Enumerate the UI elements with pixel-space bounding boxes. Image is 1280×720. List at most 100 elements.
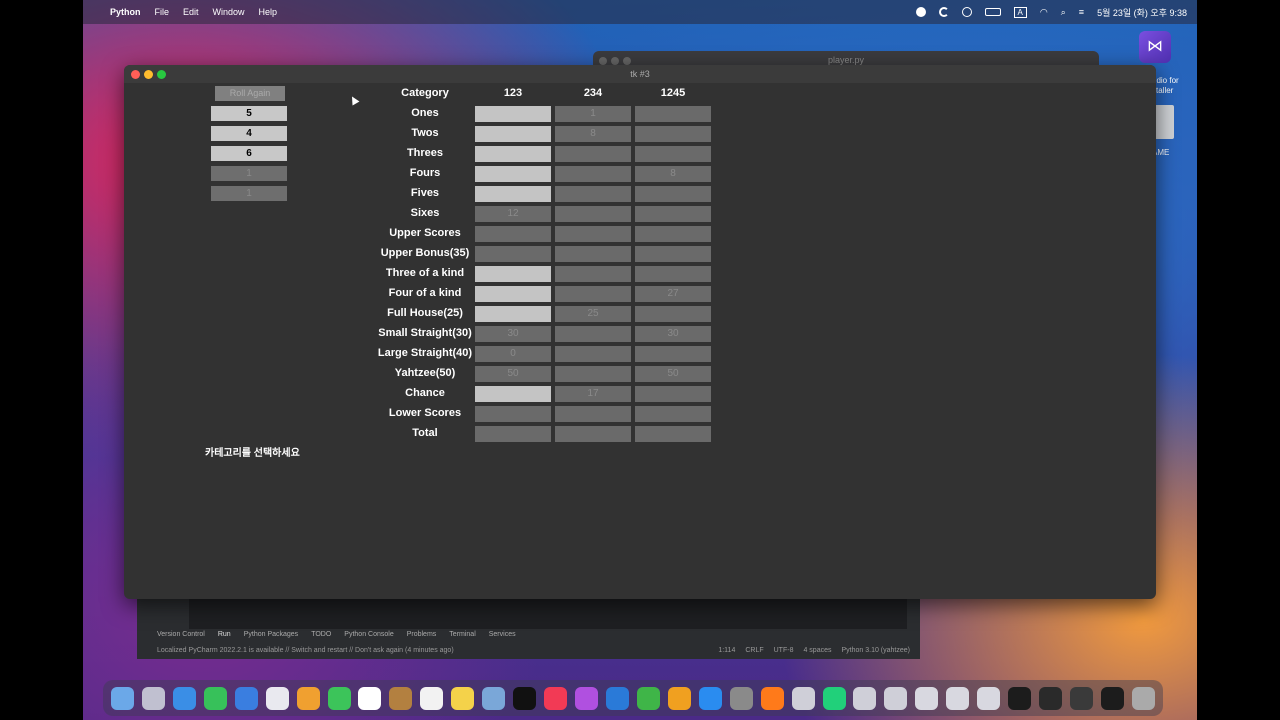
tab-todo[interactable]: TODO (311, 631, 331, 638)
status-message[interactable]: Localized PyCharm 2022.2.1 is available … (157, 647, 454, 654)
score-cell[interactable]: 50 (475, 366, 551, 382)
score-cell[interactable] (555, 186, 631, 202)
score-cell[interactable] (555, 286, 631, 302)
die-button[interactable]: 1 (211, 186, 287, 201)
dock-app-icon[interactable] (265, 686, 289, 710)
status-position[interactable]: 1:114 (718, 647, 735, 654)
score-cell[interactable] (555, 166, 631, 182)
menu-help[interactable]: Help (259, 7, 278, 17)
visual-studio-icon[interactable]: ⋈ (1139, 31, 1171, 63)
menu-edit[interactable]: Edit (183, 7, 199, 17)
status-indent[interactable]: 4 spaces (803, 647, 831, 654)
menu-file[interactable]: File (155, 7, 170, 17)
dock-app-icon[interactable] (822, 686, 846, 710)
status-interpreter[interactable]: Python 3.10 (yahtzee) (842, 647, 911, 654)
tab-python-packages[interactable]: Python Packages (244, 631, 298, 638)
dock-app-icon[interactable] (358, 686, 382, 710)
tab-services[interactable]: Services (489, 631, 516, 638)
tab-python-console[interactable]: Python Console (344, 631, 393, 638)
score-cell[interactable] (555, 426, 631, 442)
score-cell[interactable] (635, 386, 711, 402)
score-cell[interactable] (555, 266, 631, 282)
score-cell[interactable] (635, 146, 711, 162)
dock-app-icon[interactable] (605, 686, 629, 710)
dock-app-icon[interactable] (327, 686, 351, 710)
drive-icon[interactable] (1154, 105, 1174, 139)
tab-version-control[interactable]: Version Control (157, 631, 205, 638)
clock[interactable]: 5월 23일 (화) 오후 9:38 (1097, 6, 1187, 19)
score-cell[interactable] (555, 366, 631, 382)
search-icon[interactable]: ⌕ (1061, 7, 1066, 18)
dock-app-icon[interactable] (513, 686, 537, 710)
score-cell[interactable] (555, 326, 631, 342)
dock-app-icon[interactable] (915, 686, 939, 710)
control-center-icon[interactable]: ≡ (1079, 7, 1084, 17)
score-cell[interactable]: 30 (475, 326, 551, 342)
tab-run[interactable]: Run (218, 631, 231, 638)
dock-app-icon[interactable] (1008, 686, 1032, 710)
score-cell[interactable] (635, 206, 711, 222)
dock-app-icon[interactable] (1070, 686, 1094, 710)
score-cell[interactable] (635, 426, 711, 442)
score-cell[interactable] (475, 386, 551, 402)
dock-app-icon[interactable] (482, 686, 506, 710)
score-cell[interactable] (475, 246, 551, 262)
score-cell[interactable] (475, 306, 551, 322)
dock-app-icon[interactable] (141, 686, 165, 710)
score-cell[interactable] (555, 206, 631, 222)
dock-app-icon[interactable] (884, 686, 908, 710)
score-cell[interactable] (635, 246, 711, 262)
dock-app-icon[interactable] (575, 686, 599, 710)
score-cell[interactable] (555, 346, 631, 362)
score-cell[interactable] (555, 146, 631, 162)
die-button[interactable]: 1 (211, 166, 287, 181)
score-cell[interactable] (635, 226, 711, 242)
die-button[interactable]: 4 (211, 126, 287, 141)
score-cell[interactable] (475, 426, 551, 442)
menu-window[interactable]: Window (213, 7, 245, 17)
dock-app-icon[interactable] (729, 686, 753, 710)
dock-app-icon[interactable] (977, 686, 1001, 710)
input-source-icon[interactable]: A (1013, 6, 1027, 18)
dock-app-icon[interactable] (667, 686, 691, 710)
run-console[interactable] (189, 597, 907, 629)
score-cell[interactable] (475, 286, 551, 302)
dock-app-icon[interactable] (296, 686, 320, 710)
score-cell[interactable]: 8 (555, 126, 631, 142)
score-cell[interactable] (635, 266, 711, 282)
dock-app-icon[interactable] (203, 686, 227, 710)
score-cell[interactable]: 50 (635, 366, 711, 382)
record-icon[interactable] (915, 7, 926, 17)
score-cell[interactable] (635, 106, 711, 122)
dock-app-icon[interactable] (451, 686, 475, 710)
dock-app-icon[interactable] (698, 686, 722, 710)
dock-app-icon[interactable] (1039, 686, 1063, 710)
score-cell[interactable]: 27 (635, 286, 711, 302)
score-cell[interactable] (475, 406, 551, 422)
dock-app-icon[interactable] (1100, 686, 1124, 710)
dock-app-icon[interactable] (110, 686, 134, 710)
score-cell[interactable] (635, 346, 711, 362)
wifi-icon[interactable]: ◠ (1040, 7, 1048, 18)
score-cell[interactable]: 30 (635, 326, 711, 342)
dock-app-icon[interactable] (1131, 686, 1155, 710)
dock-app-icon[interactable] (636, 686, 660, 710)
score-cell[interactable]: 0 (475, 346, 551, 362)
status-line-sep[interactable]: CRLF (745, 647, 763, 654)
tab-problems[interactable]: Problems (407, 631, 437, 638)
score-cell[interactable] (635, 126, 711, 142)
dock-app-icon[interactable] (853, 686, 877, 710)
roll-again-button[interactable]: Roll Again (215, 86, 285, 101)
score-cell[interactable] (635, 306, 711, 322)
score-cell[interactable] (475, 106, 551, 122)
score-cell[interactable] (475, 186, 551, 202)
dock-app-icon[interactable] (544, 686, 568, 710)
die-button[interactable]: 5 (211, 106, 287, 121)
menu-app-name[interactable]: Python (110, 7, 141, 17)
dock-app-icon[interactable] (791, 686, 815, 710)
score-cell[interactable] (475, 266, 551, 282)
score-cell[interactable] (635, 186, 711, 202)
die-button[interactable]: 6 (211, 146, 287, 161)
score-cell[interactable]: 17 (555, 386, 631, 402)
dock-app-icon[interactable] (389, 686, 413, 710)
